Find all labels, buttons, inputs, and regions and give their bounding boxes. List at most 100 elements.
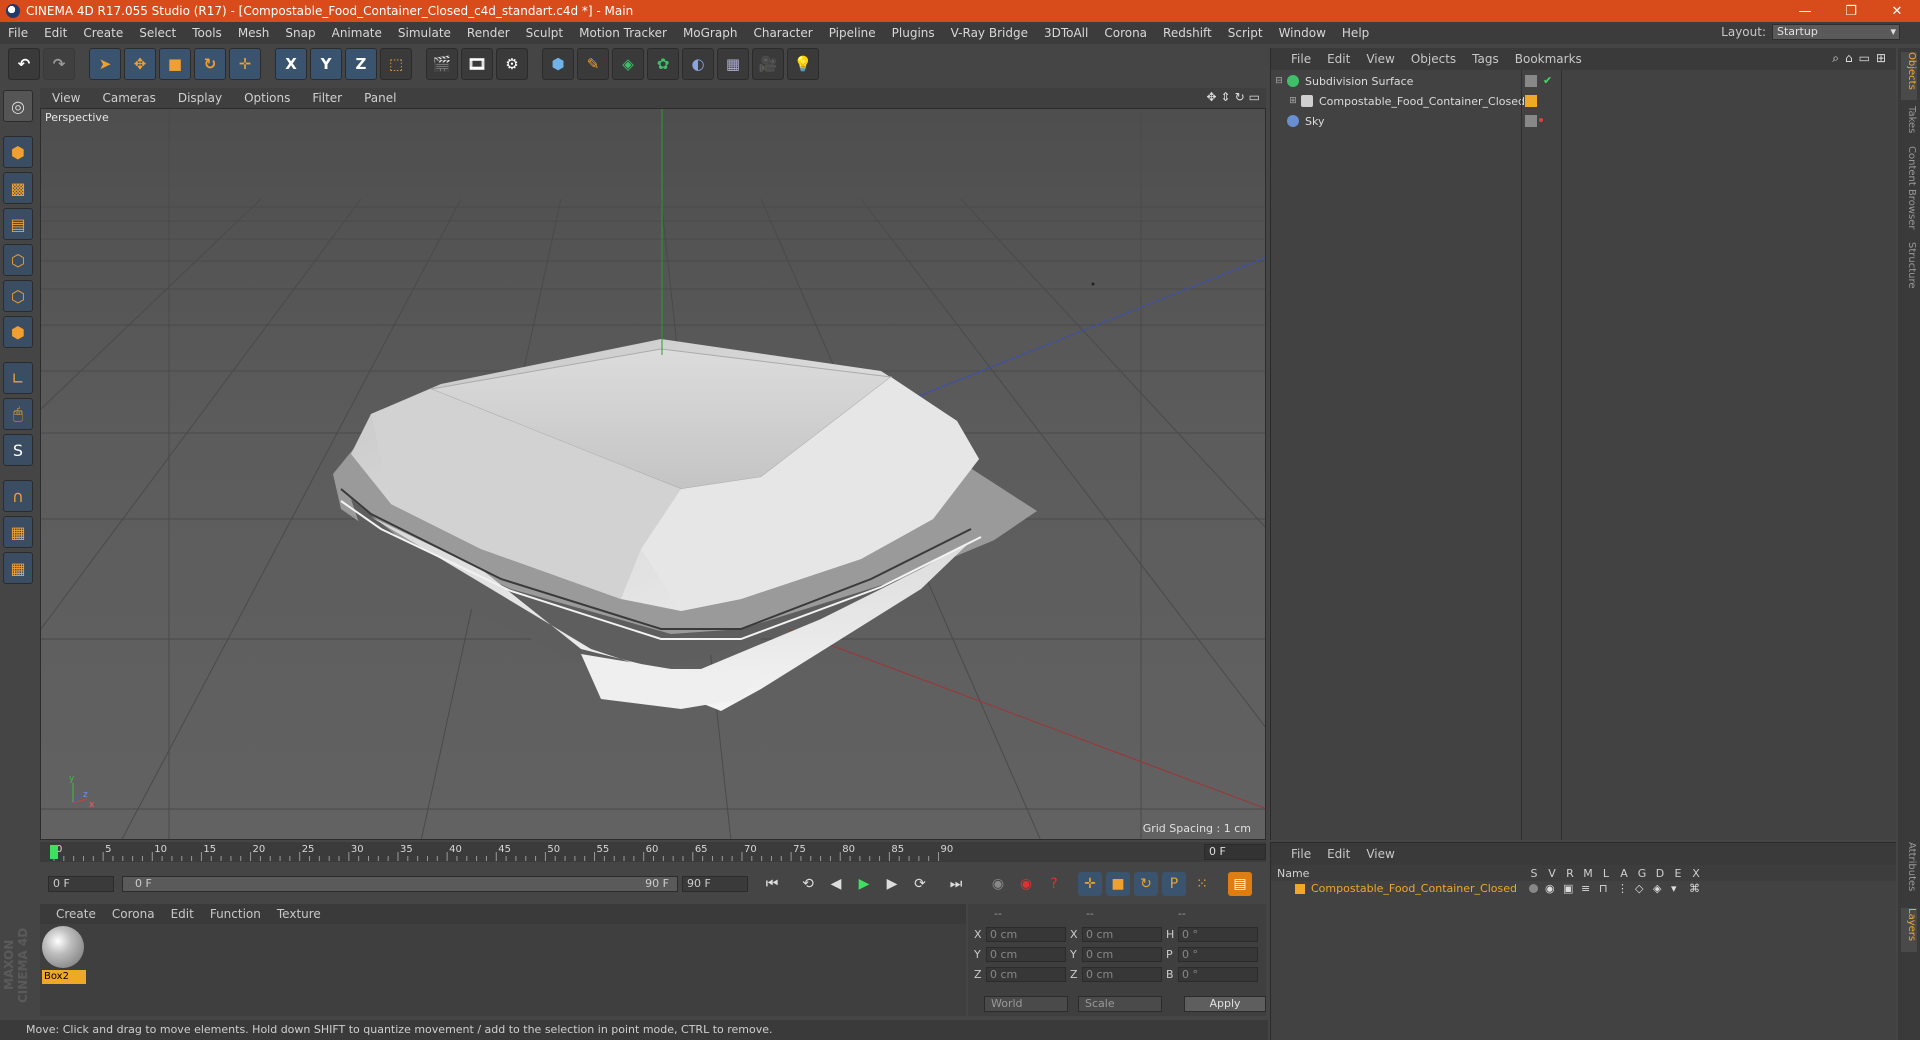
menu-create[interactable]: Create xyxy=(75,26,131,40)
layer-tag-icon[interactable] xyxy=(1525,75,1537,87)
viewport-menu-options[interactable]: Options xyxy=(232,91,300,105)
move-tool-icon[interactable]: ✥ xyxy=(124,48,156,80)
spline-pen-icon[interactable]: ✎ xyxy=(577,48,609,80)
toggle-layout-icon[interactable]: ▭ xyxy=(1249,90,1260,104)
menu-motion-tracker[interactable]: Motion Tracker xyxy=(571,26,675,40)
menu-animate[interactable]: Animate xyxy=(324,26,390,40)
object-menu-tags[interactable]: Tags xyxy=(1472,52,1507,66)
tab-takes[interactable]: Takes xyxy=(1901,106,1917,140)
layer-menu-file[interactable]: File xyxy=(1291,847,1311,861)
enabled-check-icon[interactable]: ✔ xyxy=(1543,75,1555,87)
menu-snap[interactable]: Snap xyxy=(277,26,323,40)
go-to-end-icon[interactable]: ⏭ xyxy=(944,872,968,896)
coordinate-space-dropdown[interactable]: World xyxy=(984,996,1068,1012)
key-parameter-icon[interactable]: P xyxy=(1162,872,1186,896)
material-menu-function[interactable]: Function xyxy=(202,907,269,921)
light-icon[interactable]: 💡 xyxy=(787,48,819,80)
planar-workplane-icon[interactable]: ▦ xyxy=(3,552,33,584)
undo-icon[interactable]: ↶ xyxy=(8,48,40,80)
menu-script[interactable]: Script xyxy=(1220,26,1271,40)
workplane-mode-icon[interactable]: ▤ xyxy=(3,208,33,240)
menu-tools[interactable]: Tools xyxy=(184,26,230,40)
menu-simulate[interactable]: Simulate xyxy=(390,26,459,40)
viewport-menu-cameras[interactable]: Cameras xyxy=(90,91,165,105)
edges-mode-icon[interactable]: ⬡ xyxy=(3,280,33,312)
rotation-p-field[interactable]: 0 ° xyxy=(1178,946,1258,962)
layer-col-generators[interactable]: G xyxy=(1633,867,1651,880)
menu-file[interactable]: File xyxy=(0,26,36,40)
tab-attributes[interactable]: Attributes xyxy=(1901,842,1917,902)
floor-icon[interactable]: ▦ xyxy=(717,48,749,80)
layer-render-icon[interactable]: ▣ xyxy=(1563,882,1573,895)
layer-visible-eye-icon[interactable]: ◉ xyxy=(1545,882,1555,895)
menu-sculpt[interactable]: Sculpt xyxy=(518,26,571,40)
material-menu-create[interactable]: Create xyxy=(48,907,104,921)
expand-panel-icon[interactable]: ⊞ xyxy=(1876,51,1886,66)
layer-col-xref[interactable]: X xyxy=(1687,867,1705,880)
snap-magnet-icon[interactable]: ∩ xyxy=(3,480,33,512)
layer-col-name[interactable]: Name xyxy=(1277,867,1309,880)
object-menu-objects[interactable]: Objects xyxy=(1411,52,1464,66)
tab-objects[interactable]: Objects xyxy=(1901,52,1917,100)
deformer-icon[interactable]: ◐ xyxy=(682,48,714,80)
go-to-previous-key-icon[interactable]: ⟲ xyxy=(796,872,820,896)
timeline-ruler[interactable]: 0 5 10 15 20 25 30 35 40 45 50 55 60 65 70 75 80 85 90 0 F xyxy=(40,842,1266,862)
layer-col-solo[interactable]: S xyxy=(1525,867,1543,880)
menu-mesh[interactable]: Mesh xyxy=(230,26,278,40)
layer-animation-icon[interactable]: ⋮ xyxy=(1617,882,1628,895)
close-button[interactable]: ✕ xyxy=(1874,0,1920,22)
play-icon[interactable]: ▶ xyxy=(852,872,876,896)
viewport-menu-panel[interactable]: Panel xyxy=(352,91,406,105)
make-editable-icon[interactable]: ◎ xyxy=(3,90,33,122)
go-to-start-icon[interactable]: ⏮ xyxy=(760,872,784,896)
end-frame-field[interactable]: 90 F xyxy=(682,876,748,892)
apply-button[interactable]: Apply xyxy=(1184,996,1266,1012)
object-menu-bookmarks[interactable]: Bookmarks xyxy=(1515,52,1590,66)
menu-window[interactable]: Window xyxy=(1271,26,1334,40)
lock-workplane-icon[interactable]: ▦ xyxy=(3,516,33,548)
layer-solo-icon[interactable] xyxy=(1529,884,1538,893)
menu-pipeline[interactable]: Pipeline xyxy=(821,26,884,40)
dolly-icon[interactable]: ⇕ xyxy=(1221,90,1231,104)
menu-render[interactable]: Render xyxy=(459,26,518,40)
menu-plugins[interactable]: Plugins xyxy=(884,26,943,40)
layer-manager-icon[interactable]: ≡ xyxy=(1581,882,1590,895)
object-menu-file[interactable]: File xyxy=(1291,52,1319,66)
layer-color-icon[interactable] xyxy=(1525,95,1537,107)
object-menu-view[interactable]: View xyxy=(1366,52,1402,66)
start-frame-field[interactable]: 0 F xyxy=(48,876,114,892)
y-axis-lock-button[interactable]: Y xyxy=(310,48,342,80)
lock-panel-icon[interactable]: ▭ xyxy=(1859,51,1870,66)
rotate-tool-icon[interactable]: ↻ xyxy=(194,48,226,80)
scale-tool-icon[interactable]: ■ xyxy=(159,48,191,80)
layer-col-render[interactable]: R xyxy=(1561,867,1579,880)
previous-frame-icon[interactable]: ◀ xyxy=(824,872,848,896)
live-move-icon[interactable]: ✛ xyxy=(229,48,261,80)
select-arrow-icon[interactable]: ➤ xyxy=(89,48,121,80)
layer-menu-edit[interactable]: Edit xyxy=(1327,847,1350,861)
key-pla-icon[interactable]: ⁙ xyxy=(1190,872,1214,896)
menu-help[interactable]: Help xyxy=(1334,26,1377,40)
cloner-icon[interactable]: ✿ xyxy=(647,48,679,80)
menu-redshift[interactable]: Redshift xyxy=(1155,26,1220,40)
render-view-icon[interactable]: 🎬 xyxy=(426,48,458,80)
range-slider[interactable]: 0 F 90 F xyxy=(122,876,678,892)
tab-structure[interactable]: Structure xyxy=(1901,242,1917,298)
layer-menu-view[interactable]: View xyxy=(1366,847,1394,861)
render-to-picture-viewer-icon[interactable]: 🎞 xyxy=(461,48,493,80)
object-menu-edit[interactable]: Edit xyxy=(1327,52,1358,66)
key-scale-icon[interactable]: ■ xyxy=(1106,872,1130,896)
position-x-field[interactable]: 0 cm xyxy=(986,926,1066,942)
points-mode-icon[interactable]: ⬡ xyxy=(3,244,33,276)
layer-lock-icon[interactable]: ⊓ xyxy=(1599,882,1608,895)
layer-col-animation[interactable]: A xyxy=(1615,867,1633,880)
playhead-marker[interactable] xyxy=(50,845,58,859)
menu-edit[interactable]: Edit xyxy=(36,26,75,40)
axis-mode-icon[interactable]: ∟ xyxy=(3,362,33,394)
go-to-next-key-icon[interactable]: ⟳ xyxy=(908,872,932,896)
visibility-dot-icon[interactable] xyxy=(1539,118,1543,122)
material-menu-corona[interactable]: Corona xyxy=(104,907,163,921)
coordinate-system-icon[interactable]: ⬚ xyxy=(380,48,412,80)
solo-mode-icon[interactable]: S xyxy=(3,434,33,466)
object-row-container[interactable]: ⊞ Compostable_Food_Container_Closed xyxy=(1271,92,1897,110)
